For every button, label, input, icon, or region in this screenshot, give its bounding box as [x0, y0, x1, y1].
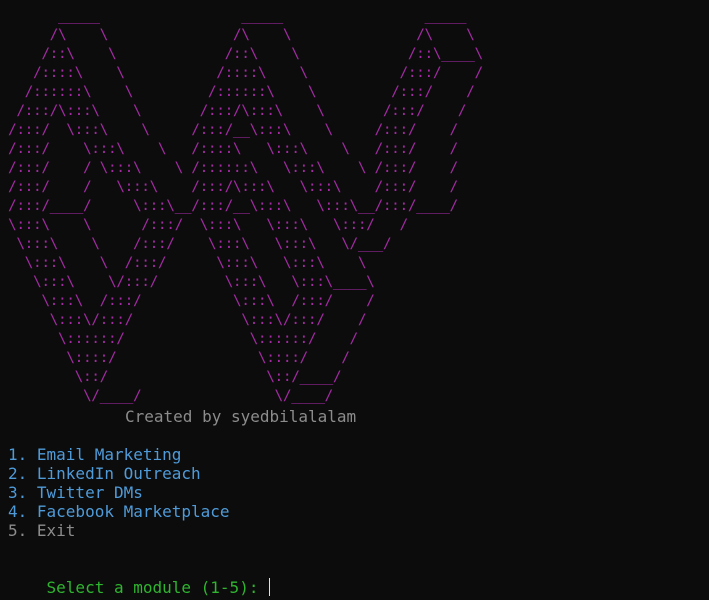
menu-item-exit: 5. Exit [8, 521, 76, 540]
terminal-window[interactable]: _____ _____ _____ /\ \ /\ \ /\ \ /::\ \ … [0, 0, 709, 600]
credit-line: Created by syedbilalalam [125, 407, 357, 426]
menu-item-email-marketing: 1. Email Marketing [8, 445, 182, 464]
menu-item-linkedin-outreach: 2. LinkedIn Outreach [8, 464, 201, 483]
input-line[interactable]: Select a module (1-5): [8, 559, 271, 597]
ascii-art-banner: _____ _____ _____ /\ \ /\ \ /\ \ /::\ \ … [8, 8, 483, 404]
menu-item-twitter-dms: 3. Twitter DMs [8, 483, 143, 502]
menu-item-facebook-marketplace: 4. Facebook Marketplace [8, 502, 230, 521]
module-menu: 1. Email Marketing 2. LinkedIn Outreach … [8, 445, 230, 540]
prompt-text: Select a module (1-5): [46, 578, 269, 597]
text-cursor[interactable] [269, 578, 271, 596]
